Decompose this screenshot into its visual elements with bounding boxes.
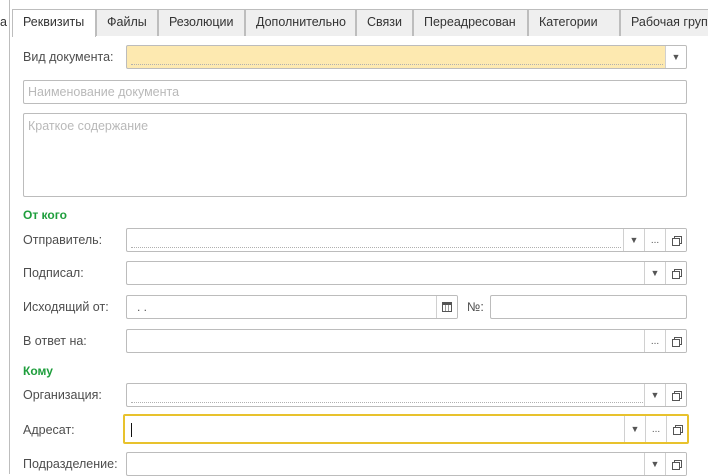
chevron-down-icon[interactable]: ▼: [623, 229, 644, 251]
ellipsis-icon[interactable]: ...: [644, 330, 665, 352]
chevron-down-icon[interactable]: ▼: [665, 46, 686, 68]
calendar-icon[interactable]: [436, 296, 457, 318]
tab-bar: Реквизиты Файлы Резолюции Дополнительно …: [12, 9, 708, 37]
reply-to-field[interactable]: ...: [126, 329, 687, 353]
open-form-icon[interactable]: [665, 453, 686, 475]
tab-kategorii[interactable]: Категории: [528, 9, 620, 36]
organization-field[interactable]: ▼: [126, 383, 687, 407]
organization-label: Организация:: [23, 388, 102, 402]
chevron-down-icon[interactable]: ▼: [644, 384, 665, 406]
left-panel-edge: а: [0, 0, 10, 474]
tab-rabochaya-gruppa[interactable]: Рабочая групп: [620, 9, 708, 36]
tab-rezolyutsii[interactable]: Резолюции: [158, 9, 245, 36]
department-label: Подразделение:: [23, 457, 118, 471]
sender-field[interactable]: ▼ ...: [126, 228, 687, 252]
open-form-icon[interactable]: [665, 229, 686, 251]
open-form-icon[interactable]: [665, 384, 686, 406]
outgoing-number-field[interactable]: [490, 295, 687, 319]
chevron-down-icon[interactable]: ▼: [624, 416, 645, 442]
chevron-down-icon[interactable]: ▼: [644, 453, 665, 475]
section-from: От кого: [23, 208, 67, 222]
sender-value: [131, 232, 621, 248]
outgoing-date-field[interactable]: . .: [126, 295, 458, 319]
addressee-label: Адресат:: [23, 423, 75, 437]
outgoing-from-label: Исходящий от:: [23, 300, 109, 314]
sender-label: Отправитель:: [23, 233, 103, 247]
signed-label: Подписал:: [23, 266, 84, 280]
tab-rekvizity[interactable]: Реквизиты: [12, 9, 96, 37]
open-form-icon[interactable]: [665, 262, 686, 284]
signed-field[interactable]: ▼: [126, 261, 687, 285]
summary-placeholder: Краткое содержание: [28, 119, 149, 133]
organization-value: [131, 387, 643, 403]
tab-pereadresovan[interactable]: Переадресован: [413, 9, 528, 36]
department-field[interactable]: ▼: [126, 452, 687, 476]
summary-textarea[interactable]: Краткое содержание: [23, 113, 687, 197]
outgoing-date-value: . .: [137, 300, 148, 314]
number-label: №:: [467, 300, 484, 314]
ellipsis-icon[interactable]: ...: [644, 229, 665, 251]
open-form-icon[interactable]: [665, 330, 686, 352]
tab-dopolnitelno[interactable]: Дополнительно: [245, 9, 356, 36]
doc-type-value: [131, 49, 663, 65]
doc-type-label: Вид документа:: [23, 50, 114, 64]
doc-name-field[interactable]: Наименование документа: [23, 80, 687, 104]
chevron-down-icon[interactable]: ▼: [644, 262, 665, 284]
ellipsis-icon[interactable]: ...: [645, 416, 666, 442]
open-form-icon[interactable]: [666, 416, 687, 442]
doc-type-field[interactable]: ▼: [126, 45, 687, 69]
reply-to-label: В ответ на:: [23, 334, 87, 348]
section-to: Кому: [23, 364, 53, 378]
doc-name-placeholder: Наименование документа: [28, 85, 180, 99]
text-caret: [131, 423, 132, 437]
clipped-label: а: [0, 15, 7, 29]
tab-faily[interactable]: Файлы: [96, 9, 158, 36]
addressee-field[interactable]: ▼ ...: [123, 414, 689, 444]
tab-svyazi[interactable]: Связи: [356, 9, 413, 36]
